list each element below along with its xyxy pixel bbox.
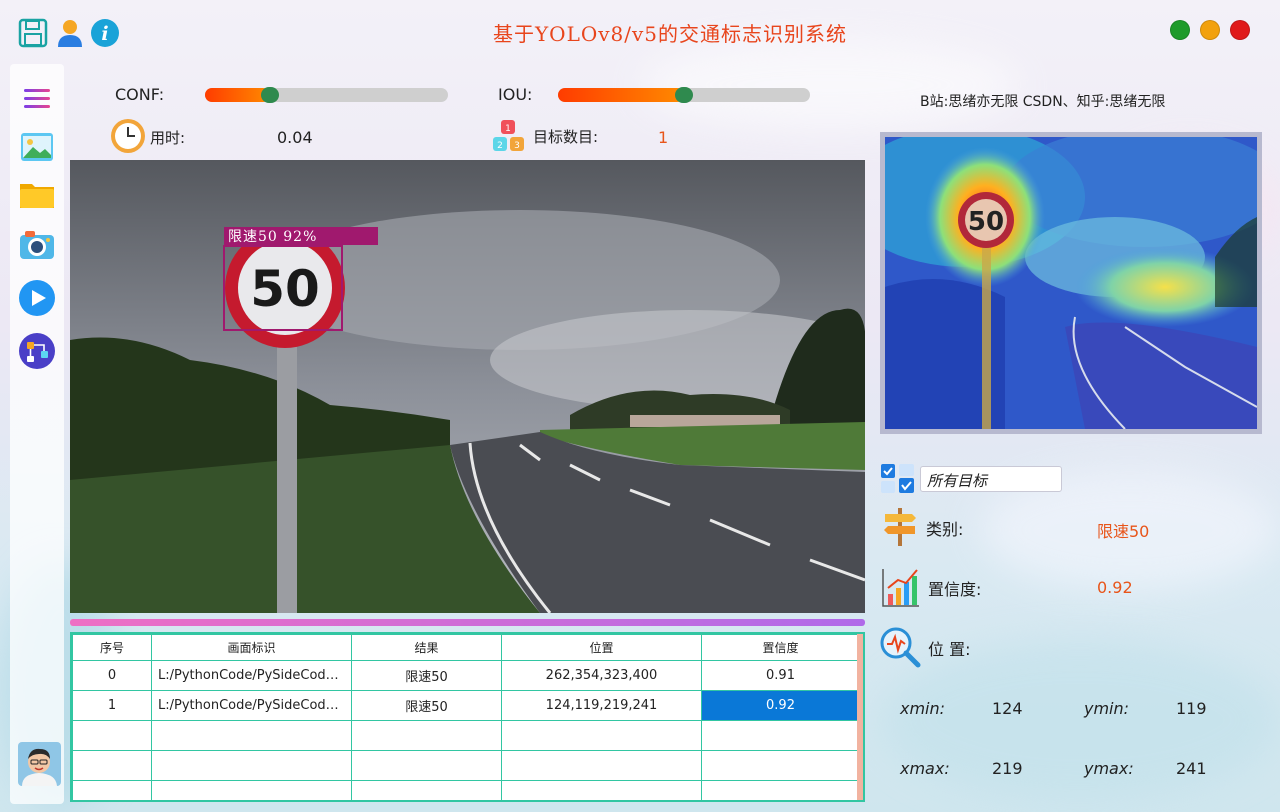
table-row[interactable]: 0 L:/PythonCode/PySideCode/... 限速50 262,… xyxy=(72,660,860,691)
cell-position[interactable]: 124,119,219,241 xyxy=(501,690,702,721)
heatmap-frame: 50 xyxy=(880,132,1262,434)
xmax-value: 219 xyxy=(992,759,1023,778)
header-source[interactable]: 画面标识 xyxy=(151,634,352,661)
avatar[interactable] xyxy=(18,742,61,786)
location-icon xyxy=(879,626,921,668)
confidence-label: 置信度: xyxy=(928,580,982,599)
table-header: 序号 画面标识 结果 位置 置信度 xyxy=(72,634,860,661)
user-icon[interactable] xyxy=(55,18,85,48)
svg-text:2: 2 xyxy=(497,141,503,151)
ymax-value: 241 xyxy=(1176,759,1207,778)
detection-label: 限速50 92% xyxy=(228,229,317,245)
folder-icon[interactable] xyxy=(18,176,56,214)
table-scrollbar[interactable] xyxy=(857,634,863,800)
count-icon: 12 3 xyxy=(491,118,527,154)
conf-slider-handle[interactable] xyxy=(261,87,279,103)
app-title: 基于YOLOv8/v5的交通标志识别系统 xyxy=(492,22,848,46)
table-row[interactable]: 1 L:/PythonCode/PySideCode/... 限速50 124,… xyxy=(72,690,860,721)
heatmap-image: 50 xyxy=(885,137,1257,429)
menu-icon[interactable] xyxy=(18,80,56,118)
signpost-icon xyxy=(882,506,918,546)
credit-text: B站:思绪亦无限 CSDN、知乎:思绪无限 xyxy=(920,94,1166,110)
iou-slider-handle[interactable] xyxy=(675,87,693,103)
ymin-label: ymin: xyxy=(1084,699,1130,718)
cell-index[interactable]: 1 xyxy=(72,690,152,721)
xmin-label: xmin: xyxy=(900,699,946,718)
cell-source[interactable]: L:/PythonCode/PySideCode/... xyxy=(151,660,352,691)
cell-confidence[interactable]: 0.91 xyxy=(701,660,860,691)
sign-text: 50 xyxy=(250,260,320,318)
cell-confidence-selected[interactable]: 0.92 xyxy=(701,690,860,721)
camera-icon[interactable] xyxy=(18,226,56,264)
target-select[interactable]: 所有目标 xyxy=(920,466,1062,492)
maximize-button[interactable] xyxy=(1170,20,1190,40)
table-row-empty[interactable] xyxy=(72,750,860,781)
chart-icon xyxy=(880,566,920,608)
svg-text:1: 1 xyxy=(505,124,511,134)
conf-label: CONF: xyxy=(115,85,165,104)
sidebar xyxy=(10,64,64,804)
svg-text:3: 3 xyxy=(514,141,520,151)
save-icon[interactable] xyxy=(18,18,48,48)
time-label: 用时: xyxy=(150,129,186,147)
image-icon[interactable] xyxy=(18,128,56,166)
confidence-value: 0.92 xyxy=(1097,578,1133,597)
position-label: 位 置: xyxy=(928,640,971,659)
ymax-label: ymax: xyxy=(1084,759,1134,778)
count-value: 1 xyxy=(658,128,669,147)
svg-text:i: i xyxy=(101,23,108,45)
header-position[interactable]: 位置 xyxy=(501,634,702,661)
ymin-value: 119 xyxy=(1176,699,1207,718)
conf-slider[interactable] xyxy=(205,87,448,103)
close-button[interactable] xyxy=(1230,20,1250,40)
cell-position[interactable]: 262,354,323,400 xyxy=(501,660,702,691)
info-icon[interactable]: i xyxy=(90,18,120,48)
heatmap-sign-text: 50 xyxy=(968,207,1004,237)
xmin-value: 124 xyxy=(992,699,1023,718)
minimize-button[interactable] xyxy=(1200,20,1220,40)
table-row-empty[interactable] xyxy=(72,720,860,751)
xmax-label: xmax: xyxy=(900,759,950,778)
header-result[interactable]: 结果 xyxy=(351,634,502,661)
time-value: 0.04 xyxy=(277,128,313,147)
play-icon[interactable] xyxy=(18,279,56,317)
detection-image: 50 限速50 92% xyxy=(70,160,865,613)
results-table[interactable]: 序号 画面标识 结果 位置 置信度 0 L:/PythonCode/PySide… xyxy=(70,632,865,802)
cell-index[interactable]: 0 xyxy=(72,660,152,691)
count-label: 目标数目: xyxy=(533,128,599,146)
class-label: 类别: xyxy=(926,520,964,539)
cell-source[interactable]: L:/PythonCode/PySideCode/... xyxy=(151,690,352,721)
table-row-empty[interactable] xyxy=(72,780,860,800)
header-confidence[interactable]: 置信度 xyxy=(701,634,860,661)
checkbox-icon[interactable] xyxy=(880,463,916,495)
cell-result[interactable]: 限速50 xyxy=(351,660,502,691)
clock-icon xyxy=(110,118,146,154)
cell-result[interactable]: 限速50 xyxy=(351,690,502,721)
progress-bar xyxy=(70,619,865,626)
iou-label: IOU: xyxy=(498,85,533,104)
iou-slider[interactable] xyxy=(558,87,810,103)
header-index[interactable]: 序号 xyxy=(72,634,152,661)
iou-slider-fill xyxy=(558,88,684,102)
class-value: 限速50 xyxy=(1097,522,1150,541)
model-icon[interactable] xyxy=(18,332,56,370)
